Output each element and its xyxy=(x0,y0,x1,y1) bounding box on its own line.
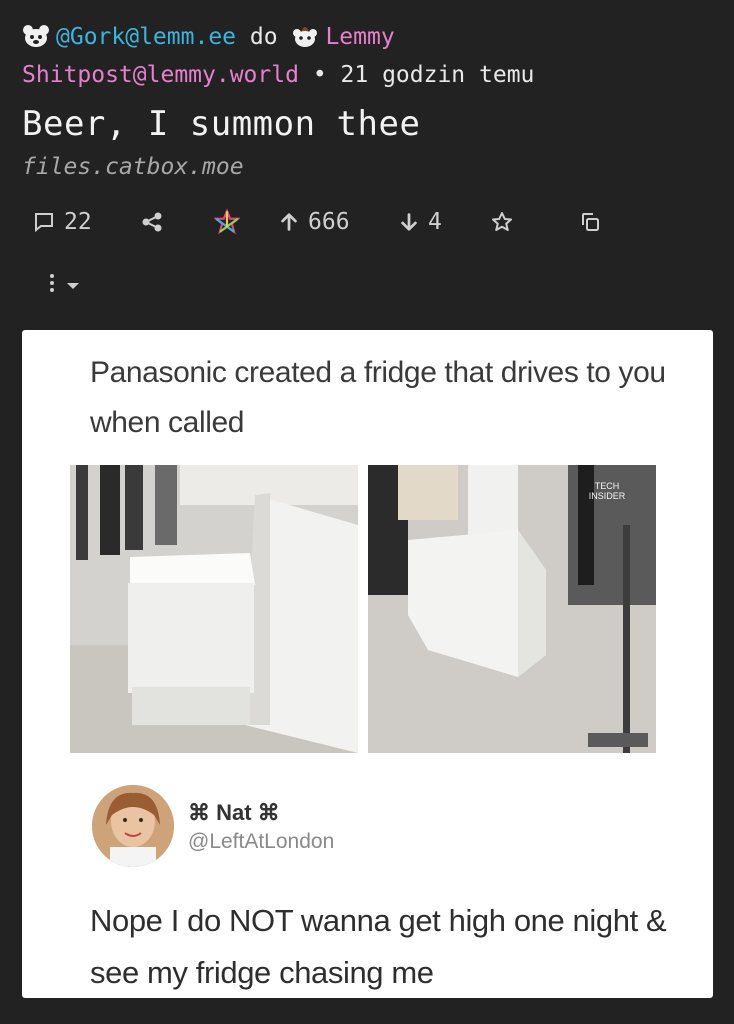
tweet-avatar xyxy=(92,785,174,867)
share-button[interactable] xyxy=(140,202,164,242)
star-icon xyxy=(490,210,514,234)
author-link[interactable]: @Gork@lemm.ee xyxy=(56,24,236,50)
crosspost-icon xyxy=(214,209,240,235)
post-domain[interactable]: files.catbox.moe xyxy=(22,152,244,182)
fridge-photo-right: TECH INSIDER xyxy=(368,465,656,753)
copy-icon xyxy=(578,210,602,234)
comments-button[interactable]: 22 xyxy=(32,202,92,242)
comments-count: 22 xyxy=(64,209,92,235)
tech-insider-watermark: TECH INSIDER xyxy=(588,481,626,501)
crosspost-button[interactable] xyxy=(214,202,240,242)
image-caption: Panasonic created a fridge that drives t… xyxy=(90,356,666,439)
author-community-connector: do xyxy=(249,24,278,50)
community-link[interactable]: Lemmy xyxy=(325,24,394,50)
meta-separator: • xyxy=(312,62,327,88)
comment-icon xyxy=(32,210,56,234)
post-meta-line-2: Shitpost@lemmy.world • 21 godzin temu xyxy=(22,60,534,90)
fridge-photo-left xyxy=(70,465,358,753)
tweet-author-name: ⌘ Nat ⌘ xyxy=(188,800,280,825)
chevron-down-icon xyxy=(66,276,80,295)
post-card: @Gork@lemm.ee do Lemmy Shitpost@lemmy.wo… xyxy=(0,0,734,1024)
post-image[interactable]: Panasonic created a fridge that drives t… xyxy=(22,330,713,998)
post-meta-line: @Gork@lemm.ee do Lemmy xyxy=(22,22,395,52)
user-avatar-icon[interactable] xyxy=(22,24,50,48)
downvote-icon xyxy=(398,211,420,233)
tweet-author-handle: @LeftAtLondon xyxy=(188,830,335,853)
copy-button[interactable] xyxy=(578,202,602,242)
post-title[interactable]: Beer, I summon thee xyxy=(22,102,420,146)
community-avatar-icon[interactable] xyxy=(291,24,319,48)
save-button[interactable] xyxy=(490,202,514,242)
more-vertical-icon xyxy=(48,272,56,298)
tweet-text: Nope I do NOT wanna get high one night &… xyxy=(90,903,667,990)
downvote-count: 4 xyxy=(428,209,442,235)
share-icon xyxy=(140,210,164,234)
community-link-continued[interactable]: Shitpost@lemmy.world xyxy=(22,62,299,88)
upvote-button[interactable]: 666 xyxy=(278,202,350,242)
downvote-button[interactable]: 4 xyxy=(398,202,442,242)
upvote-icon xyxy=(278,211,300,233)
more-options-button[interactable] xyxy=(48,270,80,300)
post-actions: 22 666 4 xyxy=(22,202,622,242)
post-time: 21 godzin temu xyxy=(340,62,535,88)
upvote-count: 666 xyxy=(308,209,350,235)
